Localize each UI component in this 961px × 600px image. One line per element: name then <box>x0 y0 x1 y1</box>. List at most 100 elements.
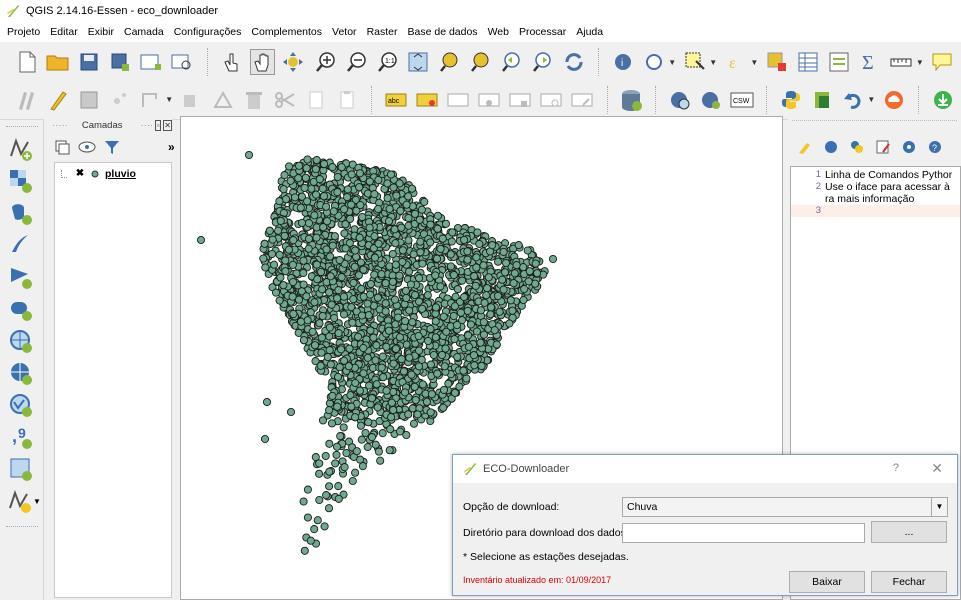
database-icon[interactable] <box>618 87 643 113</box>
node-tool-icon[interactable] <box>138 87 163 113</box>
chevron-down-icon[interactable]: ▼ <box>709 58 717 67</box>
chevron-down-icon[interactable]: ▼ <box>916 58 924 67</box>
close-icon[interactable]: ✕ <box>931 460 943 477</box>
close-button[interactable]: Fechar <box>871 571 947 593</box>
layer-visibility-checkbox[interactable]: ✖ <box>75 169 85 179</box>
highlight-pinned-labels-icon[interactable] <box>445 87 470 113</box>
browse-button[interactable]: ... <box>871 521 947 543</box>
menu-configuracoes[interactable]: Configurações <box>169 26 247 38</box>
menu-camada[interactable]: Camada <box>119 26 169 38</box>
new-print-composer-icon[interactable] <box>139 49 164 75</box>
download-option-select[interactable]: Chuva ▼ <box>622 497 948 517</box>
menu-complementos[interactable]: Complementos <box>246 26 327 38</box>
toggle-editing-icon[interactable] <box>45 87 70 113</box>
node-edit-icon[interactable] <box>210 87 235 113</box>
run-action-icon[interactable] <box>641 49 666 75</box>
add-postgis-layer-icon[interactable] <box>6 198 36 228</box>
label-toolbar-icon[interactable]: abc <box>383 87 408 113</box>
identify-icon[interactable]: i <box>610 49 635 75</box>
chevron-down-icon[interactable]: ▼ <box>750 58 758 67</box>
chevron-down-icon[interactable]: ▼ <box>867 95 875 104</box>
add-feature-icon[interactable] <box>107 87 132 113</box>
new-layer-icon[interactable]: ▼ <box>6 486 42 516</box>
layer-icon[interactable] <box>809 87 834 113</box>
manage-visibility-icon[interactable] <box>78 138 96 156</box>
rotate-label-icon[interactable] <box>538 87 563 113</box>
save-edits-icon[interactable] <box>76 87 101 113</box>
zoom-to-layer-icon[interactable] <box>437 49 462 75</box>
download-button[interactable]: Baixar <box>789 571 865 593</box>
cut-features-icon[interactable] <box>272 87 297 113</box>
console-input-line[interactable]: 3 <box>791 205 960 217</box>
menu-vetor[interactable]: Vetor <box>327 26 362 38</box>
cloud-upload-icon[interactable] <box>881 87 906 113</box>
layer-row-pluvio[interactable]: ✖ pluvio <box>61 167 171 181</box>
select-by-expression-icon[interactable]: ε <box>723 49 748 75</box>
attribute-table-icon[interactable] <box>795 49 820 75</box>
menu-raster[interactable]: Raster <box>362 26 403 38</box>
composer-manager-icon[interactable] <box>170 49 195 75</box>
copy-features-icon[interactable] <box>303 87 328 113</box>
change-label-icon[interactable] <box>570 87 595 113</box>
add-group-icon[interactable] <box>54 138 70 156</box>
current-edits-icon[interactable] <box>14 87 39 113</box>
pin-labels-icon[interactable] <box>414 87 439 113</box>
menu-projeto[interactable]: Projeto <box>2 26 45 38</box>
chevron-down-icon[interactable]: ▼ <box>931 498 947 516</box>
touch-zoom-icon[interactable] <box>219 49 244 75</box>
filter-legend-icon[interactable] <box>104 138 120 156</box>
refresh-icon[interactable] <box>561 49 586 75</box>
pan-to-selection-icon[interactable] <box>281 49 306 75</box>
metasearch-icon[interactable] <box>667 87 692 113</box>
add-mssql-layer-icon[interactable] <box>6 262 36 292</box>
directory-input[interactable] <box>622 523 865 543</box>
menu-ajuda[interactable]: Ajuda <box>571 26 608 38</box>
menu-web[interactable]: Web <box>483 26 514 38</box>
python-run-icon[interactable] <box>848 138 866 156</box>
float-panel-icon[interactable]: ▫ <box>155 119 162 131</box>
add-vector-layer-icon[interactable] <box>6 134 36 164</box>
add-wms-layer-icon[interactable] <box>6 326 36 356</box>
eco-download-icon[interactable] <box>930 87 955 113</box>
add-virtual-layer-icon[interactable] <box>6 454 36 484</box>
import-class-icon[interactable] <box>822 138 840 156</box>
save-as-icon[interactable] <box>107 49 132 75</box>
field-calculator-icon[interactable] <box>826 49 851 75</box>
zoom-to-selection-icon[interactable] <box>468 49 493 75</box>
save-project-icon[interactable] <box>76 49 101 75</box>
help-icon[interactable]: ? <box>926 138 944 156</box>
zoom-native-icon[interactable]: 1:1 <box>374 49 399 75</box>
add-spatialite-layer-icon[interactable] <box>6 230 36 260</box>
deselect-icon[interactable] <box>764 49 789 75</box>
menu-base-de-dados[interactable]: Base de dados <box>403 26 483 38</box>
zoom-out-icon[interactable] <box>343 49 368 75</box>
toolbar-handle[interactable] <box>6 126 38 130</box>
zoom-next-icon[interactable] <box>530 49 555 75</box>
chevron-down-icon[interactable]: ▼ <box>165 95 173 104</box>
settings-gear-icon[interactable] <box>900 138 918 156</box>
help-button[interactable]: ? <box>893 462 899 474</box>
add-oracle-layer-icon[interactable] <box>6 294 36 324</box>
add-raster-layer-icon[interactable] <box>6 166 36 196</box>
show-hide-labels-icon[interactable] <box>476 87 501 113</box>
add-delimited-text-layer-icon[interactable]: ,9 <box>6 422 36 452</box>
pan-map-icon[interactable] <box>249 49 275 75</box>
zoom-in-icon[interactable] <box>312 49 337 75</box>
statistics-sum-icon[interactable]: Σ <box>858 49 883 75</box>
menu-exibir[interactable]: Exibir <box>83 26 119 38</box>
measure-icon[interactable] <box>889 49 914 75</box>
panel-handle[interactable] <box>792 120 957 134</box>
map-tips-icon[interactable] <box>930 49 955 75</box>
delete-selected-icon[interactable] <box>241 87 266 113</box>
csw-icon[interactable]: CSW <box>729 87 754 113</box>
close-panel-icon[interactable]: ✕ <box>163 119 172 131</box>
toolbar-handle[interactable] <box>6 526 38 530</box>
move-feature-icon[interactable] <box>179 87 204 113</box>
menu-editar[interactable]: Editar <box>45 26 82 38</box>
open-project-icon[interactable] <box>45 49 70 75</box>
expand-toolbar-icon[interactable]: » <box>168 140 175 154</box>
metasearch-add-icon[interactable] <box>698 87 723 113</box>
undo-icon[interactable] <box>840 87 865 113</box>
show-editor-icon[interactable] <box>874 138 892 156</box>
zoom-last-icon[interactable] <box>499 49 524 75</box>
